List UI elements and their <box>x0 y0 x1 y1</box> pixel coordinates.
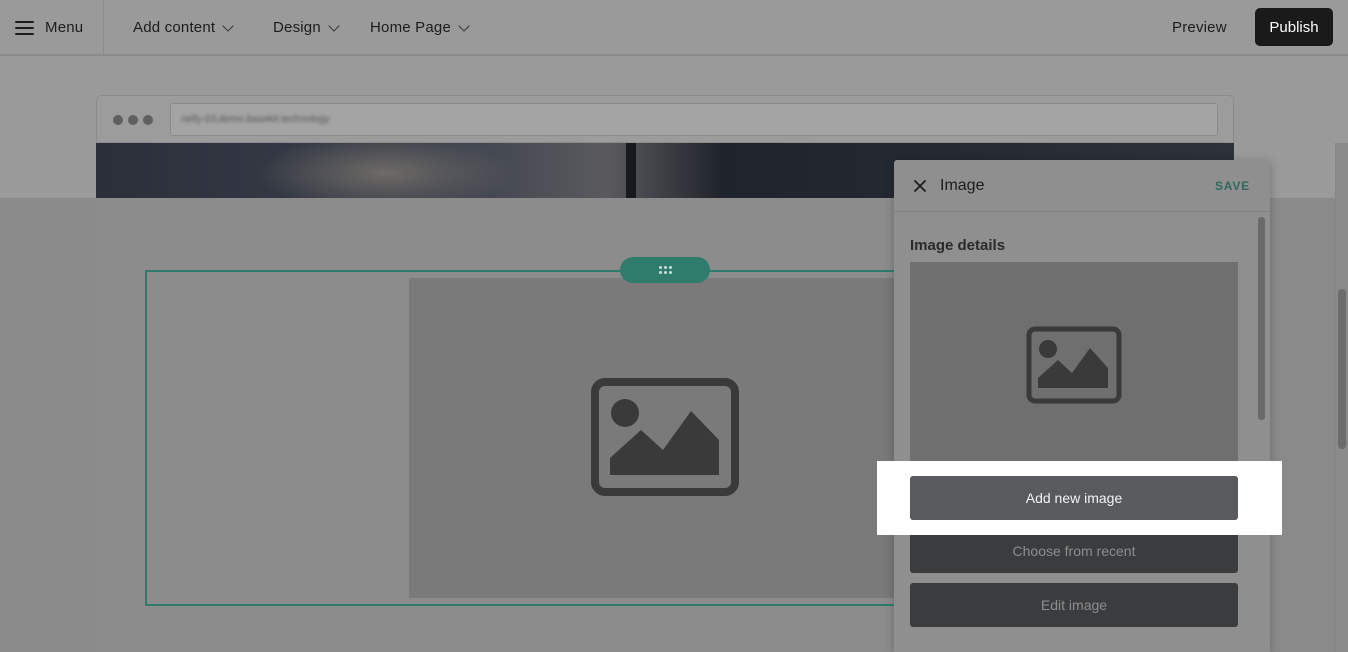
image-placeholder-icon <box>591 378 739 496</box>
chevron-down-icon <box>458 20 470 32</box>
edit-image-button[interactable]: Edit image <box>910 583 1238 627</box>
design-dropdown[interactable]: Design <box>273 0 340 55</box>
chevron-down-icon <box>222 20 234 32</box>
window-dot <box>113 115 123 125</box>
page-selector-label: Home Page <box>370 19 452 36</box>
choose-from-recent-button[interactable]: Choose from recent <box>910 529 1238 573</box>
save-button[interactable]: SAVE <box>1215 179 1250 193</box>
panel-header: Image SAVE <box>894 160 1270 212</box>
preview-button[interactable]: Preview <box>1172 0 1227 55</box>
menu-label: Menu <box>45 19 84 36</box>
browser-frame: nelly-03.demo.basekit.technology <box>96 95 1234 143</box>
close-icon[interactable] <box>913 179 927 193</box>
design-label: Design <box>273 19 321 36</box>
menu-button[interactable]: Menu <box>0 0 104 55</box>
url-bar: nelly-03.demo.basekit.technology <box>170 103 1218 136</box>
add-content-dropdown[interactable]: Add content <box>133 0 234 55</box>
drag-handle-icon <box>658 266 672 274</box>
image-placeholder-icon <box>1026 326 1122 404</box>
section-title: Image details <box>910 237 1006 254</box>
add-content-label: Add content <box>133 19 216 36</box>
page-selector-dropdown[interactable]: Home Page <box>370 0 470 55</box>
page-scrollbar[interactable] <box>1335 143 1348 652</box>
hamburger-icon <box>15 20 34 35</box>
url-text: nelly-03.demo.basekit.technology <box>181 114 330 125</box>
drag-handle[interactable] <box>620 257 710 283</box>
chevron-down-icon <box>328 20 340 32</box>
image-settings-panel: Image SAVE Image details Choose from rec… <box>894 160 1270 652</box>
panel-scrollbar[interactable] <box>1255 215 1268 652</box>
panel-title: Image <box>940 177 985 194</box>
add-new-image-button[interactable]: Add new image <box>910 476 1238 520</box>
window-dot <box>128 115 138 125</box>
top-toolbar: Menu Add content Design Home Page Previe… <box>0 0 1348 55</box>
image-placeholder[interactable] <box>409 278 899 598</box>
publish-button[interactable]: Publish <box>1255 8 1333 46</box>
image-preview <box>910 262 1238 467</box>
window-dot <box>143 115 153 125</box>
preview-label: Preview <box>1172 19 1227 36</box>
